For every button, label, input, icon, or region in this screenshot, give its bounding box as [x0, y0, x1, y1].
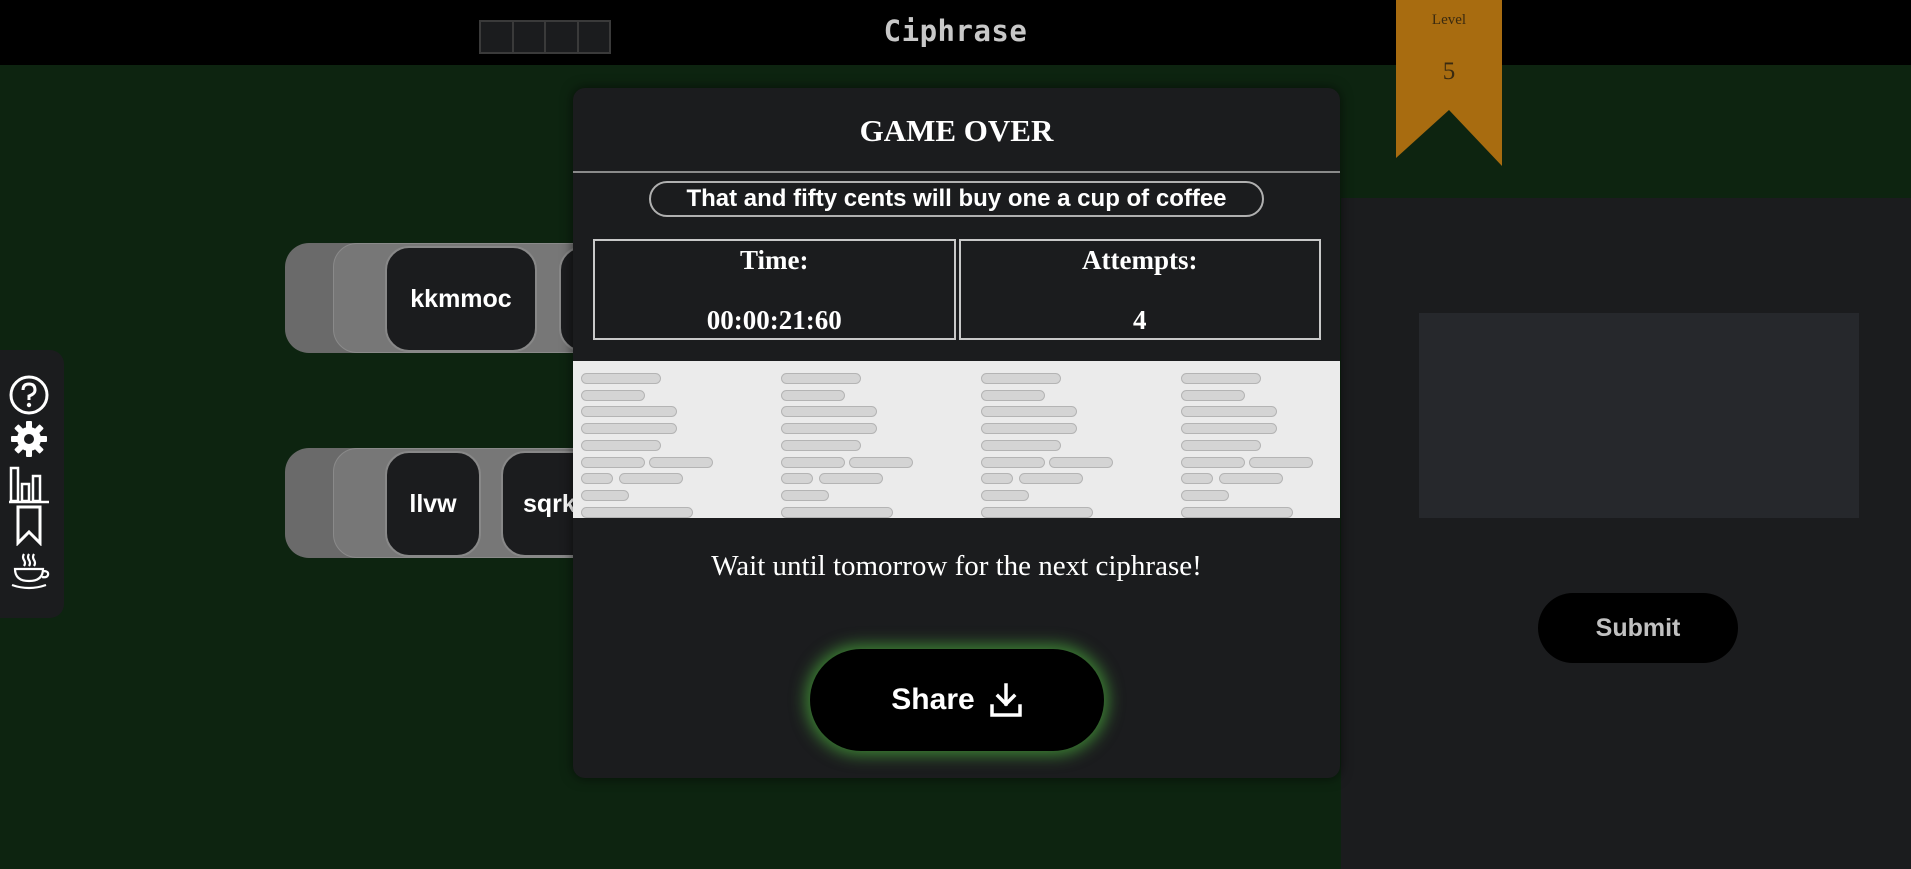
top-bar: Ciphrase — [0, 0, 1911, 65]
preview-bar — [581, 456, 645, 468]
preview-bar — [1249, 456, 1313, 468]
preview-bar — [581, 506, 693, 518]
preview-bar — [581, 406, 677, 418]
word-tile[interactable]: llvw — [385, 451, 481, 557]
preview-bar — [981, 423, 1077, 435]
preview-bar — [781, 373, 861, 384]
attempts-stat: Attempts: 4 — [958, 239, 1321, 340]
preview-bar — [1181, 456, 1245, 468]
preview-bar — [1019, 473, 1083, 485]
preview-bar — [781, 439, 861, 451]
preview-bar — [849, 456, 913, 468]
preview-bar — [981, 456, 1045, 468]
preview-bar — [781, 456, 845, 468]
time-stat: Time: 00:00:21:60 — [593, 239, 956, 340]
attempts-value: 4 — [1133, 305, 1147, 335]
preview-bar — [581, 389, 645, 401]
preview-bar — [581, 373, 661, 384]
word-row: llvw sqrk — [285, 448, 611, 558]
preview-bar — [819, 473, 883, 485]
coffee-icon[interactable] — [8, 550, 50, 592]
left-sidebar — [0, 350, 64, 618]
preview-bar — [1181, 473, 1213, 485]
preview-bar — [1181, 373, 1261, 384]
download-icon — [989, 683, 1022, 717]
preview-bar — [619, 473, 683, 485]
stats-icon[interactable] — [8, 462, 50, 504]
preview-bar — [781, 473, 813, 485]
level-ribbon: Level 5 — [1396, 0, 1502, 166]
app-title: Ciphrase — [883, 14, 1028, 48]
share-label: Share — [891, 683, 975, 716]
solved-phrase: That and fifty cents will buy one a cup … — [649, 181, 1264, 217]
help-icon[interactable] — [8, 374, 50, 416]
preview-bar — [581, 439, 661, 451]
preview-bar — [981, 373, 1061, 384]
preview-bar — [781, 489, 829, 501]
preview-bar — [1181, 439, 1261, 451]
level-label: Level — [1431, 12, 1467, 28]
right-panel — [1341, 198, 1911, 869]
preview-bar — [1181, 406, 1277, 418]
game-over-modal: GAME OVER That and fifty cents will buy … — [573, 88, 1340, 778]
wait-message: Wait until tomorrow for the next ciphras… — [711, 550, 1202, 582]
modal-divider — [573, 171, 1340, 173]
preview-bar — [981, 489, 1029, 501]
preview-bar — [581, 473, 613, 485]
level-value: 5 — [1442, 58, 1456, 85]
modal-title: GAME OVER — [859, 113, 1054, 148]
preview-bar — [981, 439, 1061, 451]
share-preview-image — [573, 361, 1340, 518]
word-row: kkmmoc — [285, 243, 639, 353]
preview-bar — [581, 423, 677, 435]
preview-bar — [981, 506, 1093, 518]
preview-bar — [781, 506, 893, 518]
preview-bar — [1049, 456, 1113, 468]
preview-bar — [1181, 389, 1245, 401]
preview-bar — [581, 489, 629, 501]
bookmark-icon[interactable] — [8, 504, 50, 546]
attempts-label: Attempts: — [1082, 245, 1198, 275]
preview-bar — [981, 406, 1077, 418]
preview-bar — [1181, 423, 1277, 435]
preview-bar — [1181, 506, 1293, 518]
stats-table: Time: 00:00:21:60 Attempts: 4 — [593, 239, 1321, 340]
time-value: 00:00:21:60 — [706, 305, 842, 335]
preview-bar — [781, 406, 877, 418]
share-button[interactable]: Share — [810, 649, 1104, 751]
answer-input-area[interactable] — [1419, 313, 1859, 518]
preview-bar — [981, 473, 1013, 485]
submit-button[interactable]: Submit — [1538, 593, 1738, 663]
preview-bar — [1219, 473, 1283, 485]
gear-icon[interactable] — [8, 418, 50, 460]
preview-bar — [781, 389, 845, 401]
preview-bar — [781, 423, 877, 435]
preview-bar — [981, 389, 1045, 401]
time-label: Time: — [740, 245, 809, 275]
preview-bar — [1181, 489, 1229, 501]
preview-bar — [649, 456, 713, 468]
word-tile[interactable]: kkmmoc — [385, 246, 537, 352]
